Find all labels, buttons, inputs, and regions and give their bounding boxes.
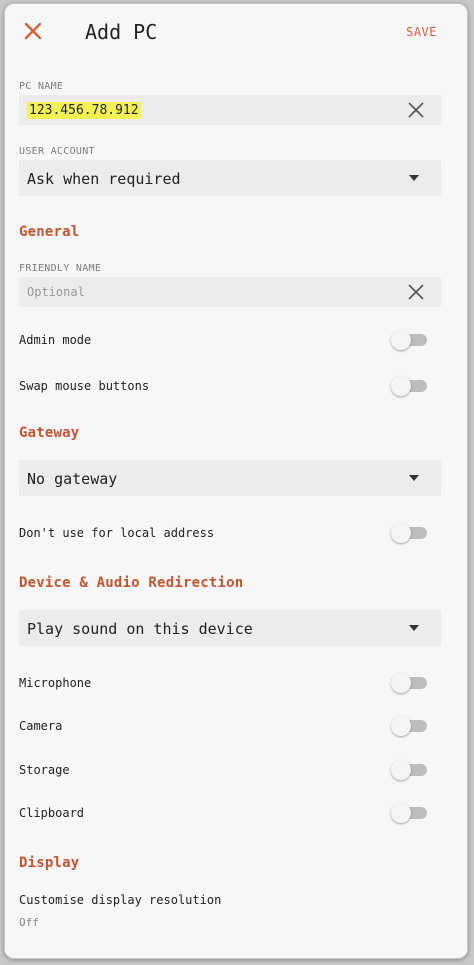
swap-mouse-toggle[interactable]: [391, 375, 429, 397]
dropdown-arrow-icon: [409, 625, 419, 631]
friendly-name-placeholder: Optional: [27, 285, 85, 299]
friendly-name-label: FRIENDLY NAME: [19, 263, 102, 274]
phone-screen: Add PC SAVE PC NAME 123.456.78.912 USER …: [4, 3, 468, 959]
camera-label: Camera: [19, 719, 63, 733]
clipboard-toggle[interactable]: [391, 802, 429, 824]
storage-toggle[interactable]: [391, 759, 429, 781]
close-icon[interactable]: [21, 19, 45, 43]
pc-name-field[interactable]: 123.456.78.912: [19, 95, 441, 125]
user-account-label: USER ACCOUNT: [19, 146, 95, 157]
gateway-select[interactable]: No gateway: [19, 460, 441, 496]
section-display: Display: [19, 855, 80, 871]
user-account-select[interactable]: Ask when required: [19, 160, 441, 196]
clear-icon[interactable]: [407, 283, 425, 301]
user-account-value: Ask when required: [27, 170, 181, 188]
friendly-name-field[interactable]: Optional: [19, 277, 441, 307]
dropdown-arrow-icon: [409, 175, 419, 181]
custom-resolution-value: Off: [19, 916, 39, 929]
sound-select[interactable]: Play sound on this device: [19, 610, 441, 646]
storage-label: Storage: [19, 763, 70, 777]
camera-toggle[interactable]: [391, 715, 429, 737]
clear-icon[interactable]: [407, 101, 425, 119]
local-address-label: Don't use for local address: [19, 526, 215, 540]
save-button[interactable]: SAVE: [406, 25, 437, 39]
custom-resolution-setting[interactable]: Customise display resolution: [19, 893, 221, 907]
sound-value: Play sound on this device: [27, 620, 253, 638]
local-address-toggle[interactable]: [391, 522, 429, 544]
microphone-toggle[interactable]: [391, 672, 429, 694]
gateway-value: No gateway: [27, 470, 118, 488]
dropdown-arrow-icon: [409, 475, 419, 481]
pc-name-value: 123.456.78.912: [27, 102, 141, 119]
swap-mouse-label: Swap mouse buttons: [19, 379, 150, 393]
pc-name-label: PC NAME: [19, 81, 64, 92]
section-general: General: [19, 224, 80, 240]
app-bar: Add PC SAVE: [5, 4, 467, 60]
clipboard-label: Clipboard: [19, 806, 85, 820]
page-title: Add PC: [85, 20, 158, 44]
section-redirection: Device & Audio Redirection: [19, 575, 244, 591]
admin-mode-label: Admin mode: [19, 333, 92, 347]
microphone-label: Microphone: [19, 676, 92, 690]
section-gateway: Gateway: [19, 425, 80, 441]
admin-mode-toggle[interactable]: [391, 329, 429, 351]
